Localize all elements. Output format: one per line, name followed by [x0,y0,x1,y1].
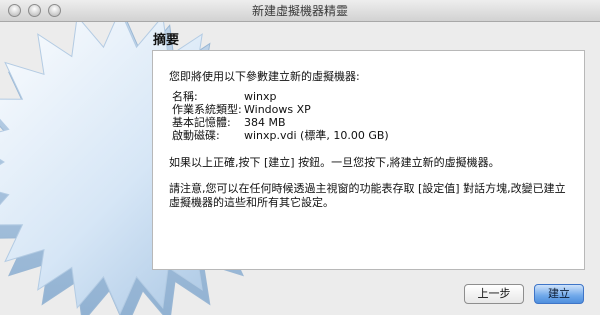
summary-label: 基本記憶體: [172,116,231,129]
settings-note: 請注意,您可以在任何時候透過主視窗的功能表存取 [設定值] 對話方塊,改變已建立… [169,182,566,209]
summary-table: 名稱: winxp 作業系統類型: Windows XP 基本記憶體: 384 MB … [172,90,389,142]
window-title: 新建虛擬機器精靈 [251,4,348,18]
create-button[interactable]: 建立 [534,284,584,304]
intro-text: 您即將使用以下參數建立新的虛擬機器: [169,70,360,83]
instruction-text: 如果以上正確,按下 [建立] 按鈕。一旦您按下,將建立新的虛擬機器。 [169,156,500,169]
summary-label: 名稱: [172,90,198,103]
wizard-window: 新建虛擬機器精靈 摘要 您即將使用以下參數建立新的虛擬機器: 名稱: winxp … [0,0,600,315]
title-bar: 新建虛擬機器精靈 [0,0,600,22]
summary-row-boot-disk: 啟動磁碟: winxp.vdi (標準, 10.00 GB) [172,129,389,142]
summary-row-memory: 基本記憶體: 384 MB [172,116,389,129]
page-heading: 摘要 [153,33,180,48]
summary-value: winxp [244,90,277,103]
summary-panel: 您即將使用以下參數建立新的虛擬機器: 名稱: winxp 作業系統類型: Windo… [152,50,585,270]
back-button[interactable]: 上一步 [464,284,524,304]
summary-value: 384 MB [244,116,286,129]
summary-value: Windows XP [244,103,311,116]
summary-row-os-type: 作業系統類型: Windows XP [172,103,389,116]
summary-row-name: 名稱: winxp [172,90,389,103]
summary-label: 啟動磁碟: [172,129,220,142]
summary-value: winxp.vdi (標準, 10.00 GB) [244,129,389,142]
summary-label: 作業系統類型: [172,103,242,116]
